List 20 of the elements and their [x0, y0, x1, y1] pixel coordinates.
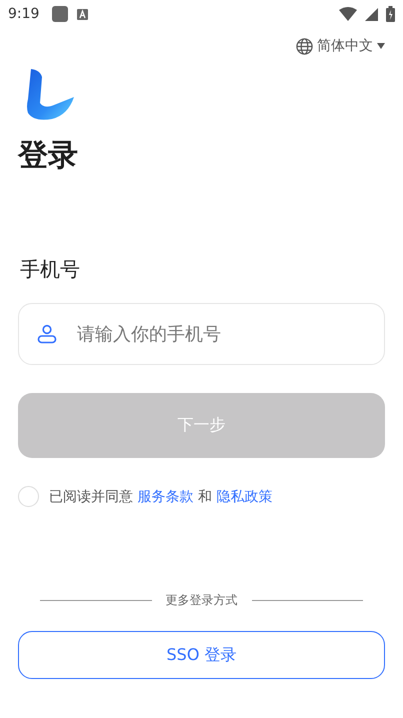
agreement-checkbox[interactable] — [18, 486, 39, 507]
keyboard-notification-icon — [77, 8, 88, 20]
language-selector[interactable]: 简体中文 — [296, 37, 385, 55]
sso-login-button[interactable]: SSO 登录 — [18, 631, 385, 679]
app-logo-icon — [26, 69, 76, 121]
phone-input-field[interactable]: 请输入你的手机号 — [18, 303, 385, 365]
dropdown-caret-icon — [377, 43, 385, 49]
app-notification-icon — [51, 5, 70, 23]
divider-label: 更多登录方式 — [166, 592, 238, 609]
globe-icon — [296, 38, 313, 54]
signal-icon — [365, 8, 378, 20]
page-title: 登录 — [18, 137, 79, 175]
terms-link[interactable]: 隐私政策 — [216, 488, 272, 504]
wifi-icon — [339, 7, 357, 21]
agreement-text: 已阅读并同意 服务条款 和 隐私政策 — [49, 488, 272, 506]
status-time: 9:19 — [8, 6, 40, 22]
terms-link[interactable]: 服务条款 — [137, 488, 194, 504]
battery-icon — [386, 6, 395, 22]
phone-label: 手机号 — [20, 256, 81, 283]
user-icon — [37, 324, 57, 344]
